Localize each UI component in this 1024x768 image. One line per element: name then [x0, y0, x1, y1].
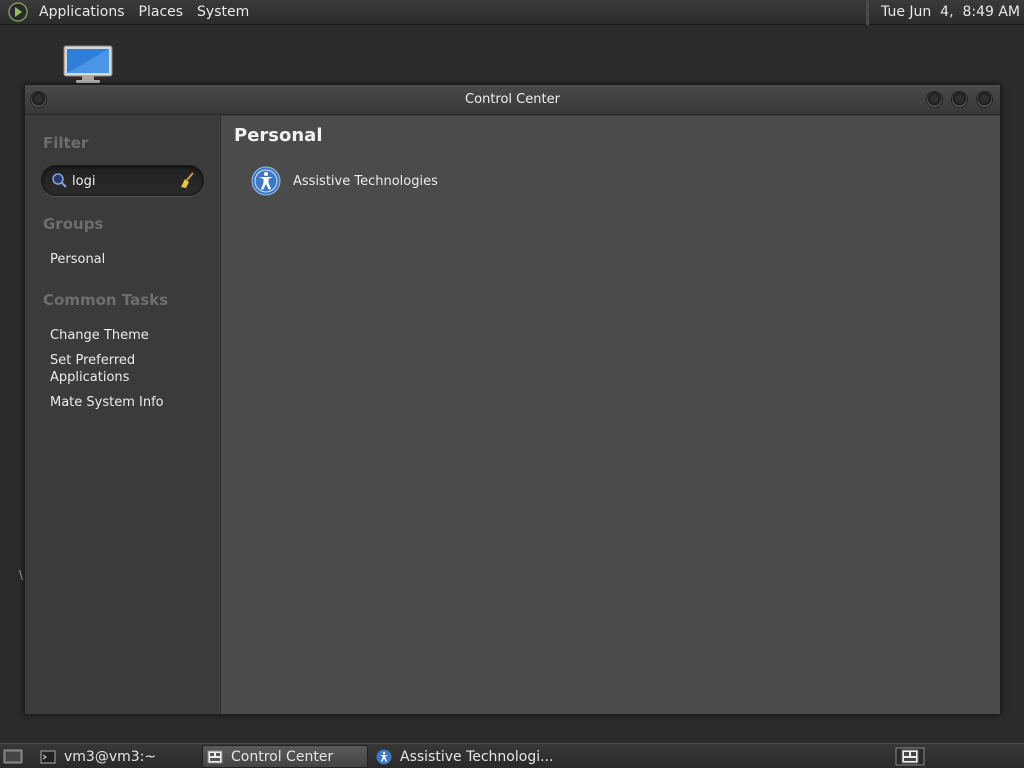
clear-broom-icon[interactable] — [178, 172, 195, 189]
control-center-window: Control Center Filter Groups Personal Co… — [24, 84, 1001, 715]
computer-desktop-icon[interactable] — [62, 44, 114, 84]
common-tasks-heading: Common Tasks — [43, 291, 169, 309]
window-title: Control Center — [465, 92, 560, 107]
applet-label: Assistive Technologies — [293, 173, 438, 189]
maximize-button[interactable] — [951, 91, 968, 108]
sidebar: Filter Groups Personal Common Tasks Chan… — [25, 116, 219, 714]
task-change-theme[interactable]: Change Theme — [50, 327, 210, 344]
bottom-panel: vm3@vm3:~ Control Center Assistive Techn… — [0, 743, 1024, 768]
task-mate-system-info[interactable]: Mate System Info — [50, 394, 210, 411]
minimize-button[interactable] — [926, 91, 943, 108]
close-button[interactable] — [976, 91, 993, 108]
menu-applications[interactable]: Applications — [32, 0, 132, 25]
groups-heading: Groups — [43, 215, 104, 233]
window-titlebar[interactable]: Control Center — [25, 85, 1000, 115]
taskbar-label: Control Center — [231, 748, 334, 765]
mate-logo-icon[interactable] — [8, 2, 28, 22]
menu-places[interactable]: Places — [132, 0, 191, 25]
content-area: Personal Assistive Technologies — [220, 116, 1000, 714]
group-link-personal[interactable]: Personal — [50, 251, 210, 268]
taskbar-item-assistive-technologies[interactable]: Assistive Technologi... — [372, 745, 572, 768]
taskbar-item-control-center[interactable]: Control Center — [202, 745, 368, 768]
tray-control-center-icon[interactable] — [895, 747, 925, 766]
taskbar-label: Assistive Technologi... — [400, 748, 554, 765]
applet-assistive-technologies[interactable]: Assistive Technologies — [251, 164, 438, 198]
top-panel: Applications Places System Tue Jun 4, 8:… — [0, 0, 1024, 25]
taskbar-label: vm3@vm3:~ — [64, 748, 157, 765]
window-menu-button[interactable] — [30, 91, 47, 108]
clock[interactable]: Tue Jun 4, 8:49 AM — [866, 0, 1024, 25]
group-title: Personal — [234, 125, 323, 146]
filter-search-box[interactable] — [41, 165, 204, 196]
task-set-preferred-applications[interactable]: Set Preferred Applications — [50, 352, 150, 386]
show-desktop-icon[interactable] — [3, 748, 23, 765]
menu-system[interactable]: System — [190, 0, 256, 25]
taskbar-item-terminal[interactable]: vm3@vm3:~ — [36, 745, 200, 768]
control-center-icon — [207, 750, 223, 763]
desktop-fragment: \ — [19, 568, 24, 582]
filter-input[interactable] — [72, 171, 172, 191]
accessibility-icon — [376, 749, 392, 764]
search-icon — [52, 173, 67, 188]
accessibility-icon — [251, 166, 281, 196]
terminal-icon — [40, 750, 56, 763]
filter-heading: Filter — [43, 134, 89, 152]
